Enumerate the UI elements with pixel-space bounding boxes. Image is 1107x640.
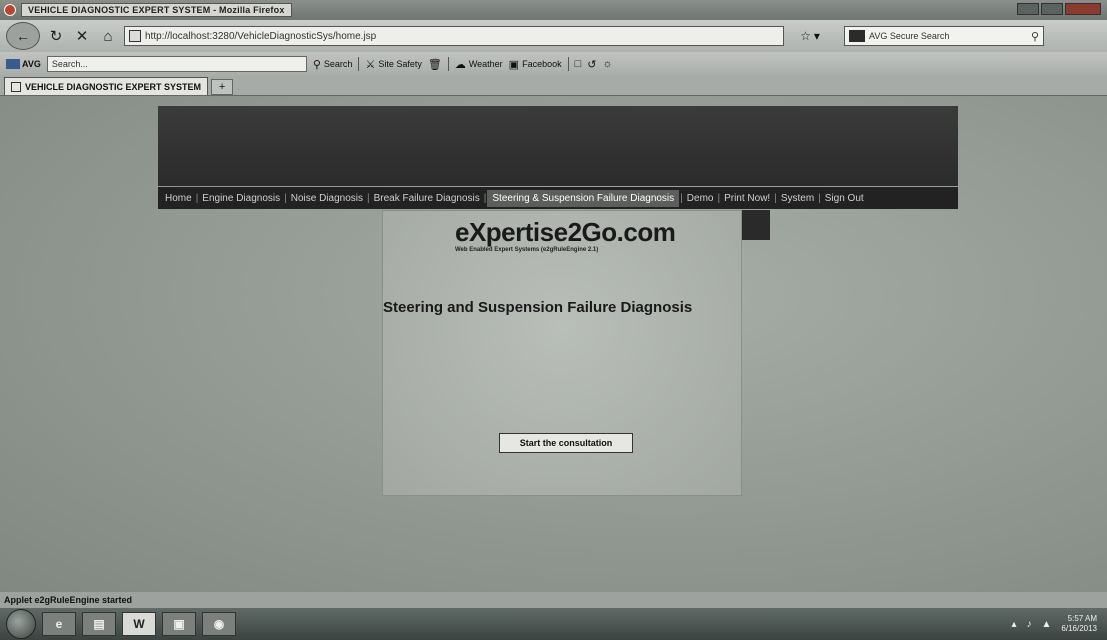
menu-item-noise-diagnosis[interactable]: Noise Diagnosis — [288, 193, 366, 204]
weather-icon: ☁ — [454, 58, 466, 71]
search-engine-icon[interactable] — [849, 30, 865, 42]
weather-label: Weather — [468, 59, 503, 69]
start-consultation-button[interactable]: Start the consultation — [499, 433, 633, 453]
back-button[interactable]: ← — [6, 22, 40, 50]
clock-time: 5:57 AM — [1067, 614, 1097, 623]
status-bar: Applet e2gRuleEngine started — [0, 592, 1107, 608]
word-taskbar-icon[interactable]: W — [122, 612, 156, 636]
toolbar-search-input[interactable]: Search... — [46, 56, 307, 72]
network-icon[interactable]: ▲ — [1042, 619, 1052, 630]
navigation-bar: ← ↻ ✕ ⌂ http://localhost:3280/VehicleDia… — [0, 20, 1107, 52]
refresh-icon[interactable]: ↺ — [587, 58, 596, 71]
divider — [567, 57, 569, 71]
menu-item-break-failure-diagnosis[interactable]: Break Failure Diagnosis — [371, 193, 483, 204]
toolbar-search-button[interactable]: ⚲ Search — [313, 58, 353, 71]
reload-icon[interactable]: ↻ — [46, 27, 66, 45]
system-tray: ▴ ♪ ▲ 5:57 AM 6/16/2013 — [1011, 614, 1107, 634]
menu-item-steering-suspension[interactable]: Steering & Suspension Failure Diagnosis — [487, 189, 680, 207]
diagnosis-heading: Steering and Suspension Failure Diagnosi… — [383, 299, 693, 316]
clock-date: 6/16/2013 — [1061, 624, 1097, 633]
new-tab-button[interactable]: + — [211, 79, 234, 95]
menu-item-engine-diagnosis[interactable]: Engine Diagnosis — [199, 193, 283, 204]
avg-label: AVG — [22, 59, 41, 69]
expert-system-applet: eXpertise2Go.com Web Enabled Expert Syst… — [382, 210, 742, 496]
avg-icon — [6, 59, 20, 69]
menu-item-demo[interactable]: Demo — [684, 193, 717, 204]
app-taskbar-icon[interactable]: ▣ — [162, 612, 196, 636]
firefox-icon — [4, 4, 16, 16]
weather-button[interactable]: ☁ Weather — [455, 58, 503, 71]
avg-toolbar: AVG Search... ⚲ Search ⚔ Site Safety 🗑 ☁… — [0, 52, 1107, 76]
toolbar-search-label: Search — [323, 59, 353, 69]
tab-bar: VEHICLE DIAGNOSTIC EXPERT SYSTEM + — [0, 76, 1107, 96]
windows-taskbar: e ▤ W ▣ ◉ ▴ ♪ ▲ 5:57 AM 6/16/2013 — [0, 608, 1107, 640]
stop-icon[interactable]: ✕ — [72, 27, 92, 45]
maximize-button[interactable] — [1041, 3, 1063, 15]
facebook-icon: ▣ — [508, 58, 520, 71]
url-bar[interactable]: http://localhost:3280/VehicleDiagnosticS… — [124, 26, 784, 46]
search-icon: ⚲ — [312, 58, 321, 71]
site-safety-label: Site Safety — [378, 59, 422, 69]
window-titlebar: VEHICLE DIAGNOSTIC EXPERT SYSTEM - Mozil… — [0, 0, 1107, 20]
menu-item-print-now[interactable]: Print Now! — [721, 193, 773, 204]
bookmark-star[interactable]: ☆ ▾ — [790, 29, 830, 43]
folder-taskbar-icon[interactable]: ▤ — [82, 612, 116, 636]
search-icon[interactable]: ⚲ — [1031, 30, 1039, 43]
page-icon — [129, 30, 141, 42]
chat-icon[interactable]: ☼ — [602, 58, 612, 70]
divider — [447, 57, 449, 71]
search-engine-label: AVG Secure Search — [869, 31, 950, 41]
tab-label: VEHICLE DIAGNOSTIC EXPERT SYSTEM — [25, 81, 202, 92]
divider — [358, 57, 360, 71]
shield-icon: ⚔ — [365, 58, 376, 71]
firefox-taskbar-icon[interactable]: ◉ — [202, 612, 236, 636]
url-text: http://localhost:3280/VehicleDiagnosticS… — [145, 30, 377, 42]
menu-item-home[interactable]: Home — [162, 193, 195, 204]
star-icon[interactable]: ☆ — [800, 29, 811, 43]
trash-icon[interactable]: 🗑 — [428, 58, 442, 71]
brand-tagline: Web Enabled Expert Systems (e2gRuleEngin… — [455, 247, 599, 253]
window-icon[interactable]: □ — [575, 58, 582, 70]
window-controls — [1017, 3, 1101, 15]
tab-vehicle-diagnostic[interactable]: VEHICLE DIAGNOSTIC EXPERT SYSTEM — [4, 77, 209, 95]
volume-icon[interactable]: ♪ — [1027, 619, 1032, 630]
arrow-up-icon[interactable]: ▴ — [1011, 619, 1016, 630]
close-button[interactable] — [1065, 3, 1101, 15]
window-title: VEHICLE DIAGNOSTIC EXPERT SYSTEM - Mozil… — [21, 3, 292, 17]
site-menu: Home | Engine Diagnosis | Noise Diagnosi… — [158, 187, 958, 209]
home-icon[interactable]: ⌂ — [98, 28, 118, 45]
site-header-banner — [158, 106, 958, 186]
menu-item-sign-out[interactable]: Sign Out — [822, 193, 867, 204]
brand-logo: eXpertise2Go.com — [455, 217, 676, 247]
ie-taskbar-icon[interactable]: e — [42, 612, 76, 636]
avg-logo[interactable]: AVG — [6, 59, 41, 69]
page-icon — [11, 81, 21, 92]
dropdown-icon[interactable]: ▾ — [814, 29, 820, 43]
clock[interactable]: 5:57 AM 6/16/2013 — [1061, 614, 1097, 634]
page-content: Home | Engine Diagnosis | Noise Diagnosi… — [0, 96, 1107, 592]
browser-search-box[interactable]: AVG Secure Search ⚲ — [844, 26, 1044, 46]
start-button[interactable] — [6, 609, 36, 639]
site-safety-button[interactable]: ⚔ Site Safety — [365, 58, 421, 71]
menu-item-system[interactable]: System — [778, 193, 817, 204]
minimize-button[interactable] — [1017, 3, 1039, 15]
facebook-button[interactable]: ▣ Facebook — [509, 58, 562, 71]
facebook-label: Facebook — [522, 59, 562, 69]
